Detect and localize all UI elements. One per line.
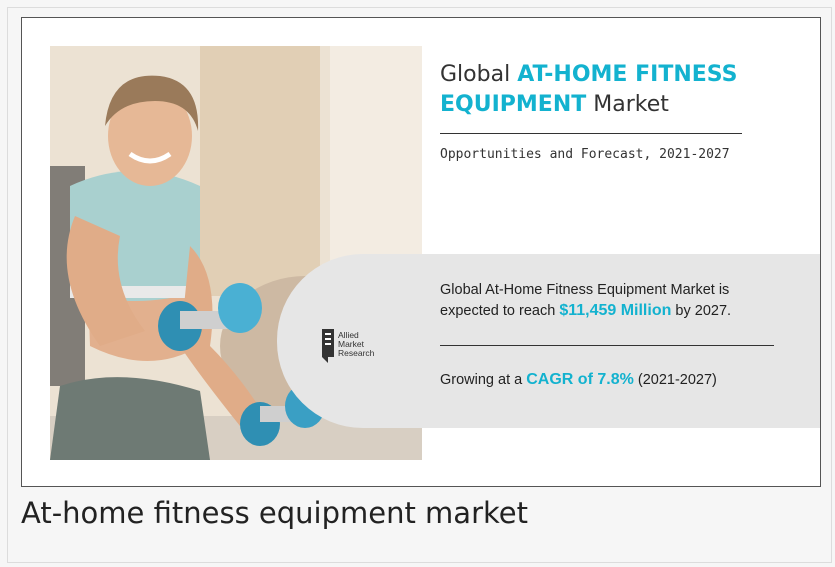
title-suffix: Market: [593, 92, 669, 117]
title-divider: [440, 133, 742, 134]
stat1-line-1: Global At-Home Fitness Equipment Market …: [440, 282, 730, 298]
title-prefix: Global: [440, 62, 511, 87]
allied-market-research-logo: Allied Market Research: [322, 329, 402, 369]
logo-text: Allied Market Research: [338, 330, 375, 358]
cagr-value: CAGR of 7.8%: [526, 371, 634, 388]
title-accent-2: EQUIPMENT: [440, 92, 587, 117]
stat2-line: Growing at a CAGR of 7.8% (2021-2027): [440, 371, 717, 388]
logo-mark-icon: [322, 329, 334, 363]
title-line-2: EQUIPMENT Market: [440, 92, 669, 117]
infographic-image: Global AT-HOME FITNESS EQUIPMENT Market …: [21, 17, 821, 487]
stat1-line-2: expected to reach $11,459 Million by 202…: [440, 302, 732, 319]
stats-divider: [440, 345, 774, 346]
subtitle: Opportunities and Forecast, 2021-2027: [440, 147, 730, 162]
title-line-1: Global AT-HOME FITNESS: [440, 62, 737, 87]
figure-caption: At-home fitness equipment market: [21, 496, 528, 530]
market-value: $11,459 Million: [559, 302, 672, 319]
title-accent-1: AT-HOME FITNESS: [517, 62, 738, 87]
